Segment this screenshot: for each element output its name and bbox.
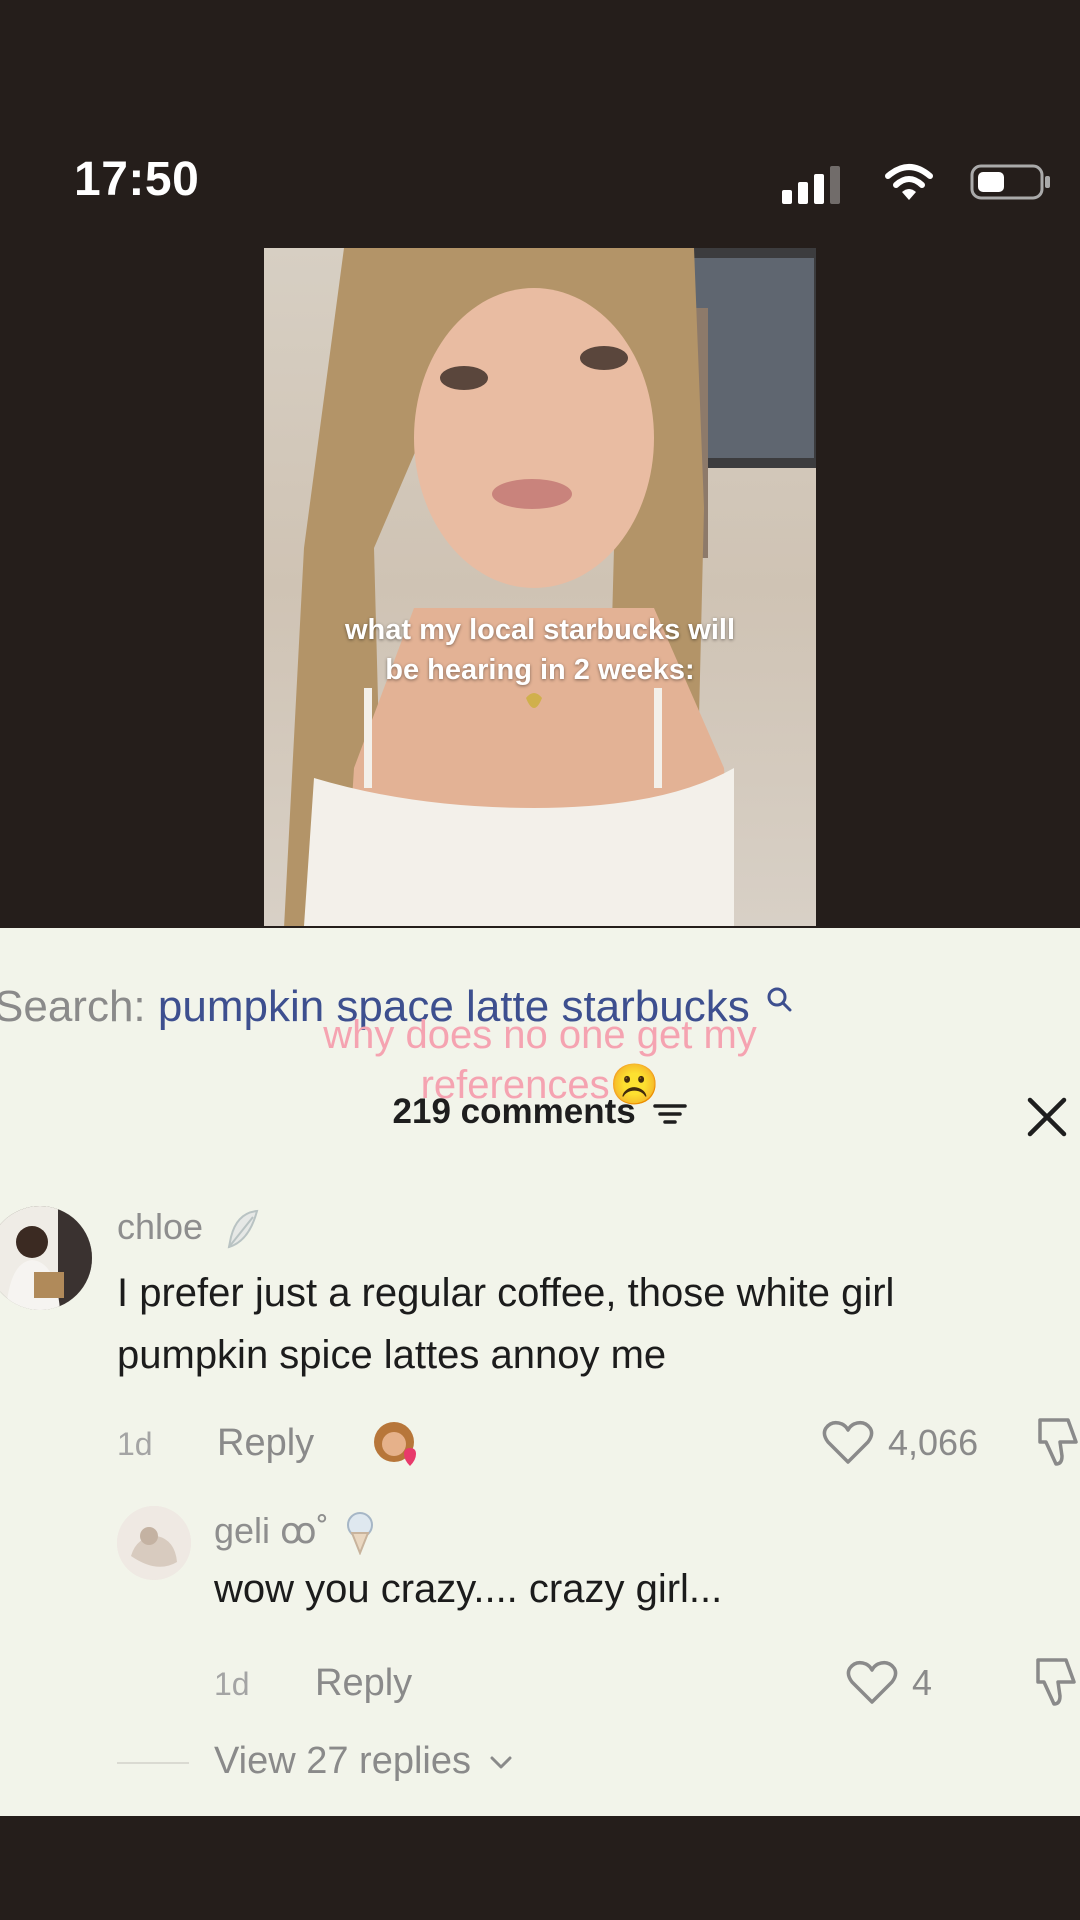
reply-text: wow you crazy.... crazy girl... (214, 1567, 723, 1611)
reply-button[interactable]: Reply (217, 1422, 314, 1465)
close-icon[interactable] (1026, 1096, 1068, 1138)
creator-liked-badge (374, 1422, 416, 1466)
comment-text-line-1: I prefer just a regular coffee, those wh… (117, 1271, 895, 1315)
reply-dislike-icon[interactable] (1030, 1656, 1078, 1708)
search-icon[interactable] (766, 986, 792, 1012)
status-icons (752, 162, 1052, 204)
view-replies-label: View 27 replies (214, 1740, 472, 1782)
overlay-text-line-1: why does no one get my (323, 1013, 757, 1057)
comment-username[interactable]: chloe (117, 1206, 263, 1251)
avatar[interactable] (0, 1206, 92, 1310)
comments-count-header: 219 comments (0, 1092, 1080, 1132)
video-player[interactable]: what my local starbucks will be hearing … (264, 248, 816, 926)
reply-reply-button[interactable]: Reply (315, 1662, 412, 1705)
ice-cream-icon (346, 1512, 373, 1557)
dislike-icon[interactable] (1032, 1416, 1080, 1468)
replies-divider (117, 1762, 189, 1764)
heart-icon[interactable] (822, 1418, 874, 1466)
video-frame (284, 248, 816, 926)
signal-icon (782, 162, 842, 204)
comments-panel: Search: pumpkin space latte starbucks wh… (0, 928, 1080, 1816)
battery-icon (970, 164, 1050, 200)
video-caption: what my local starbucks will be hearing … (264, 610, 816, 690)
reply-time: 1d (214, 1666, 250, 1702)
video-caption-line-1: what my local starbucks will (344, 614, 736, 646)
feather-icon (227, 1210, 259, 1249)
comment-text-line-2: pumpkin spice lattes annoy me (117, 1333, 667, 1377)
search-label: Search: (0, 982, 146, 1031)
reply-avatar-image (117, 1506, 191, 1580)
avatar-image (0, 1206, 92, 1310)
reply-username-text: geli ꝏ˚ (214, 1510, 339, 1551)
comments-title: 219 comments (392, 1092, 636, 1131)
wifi-icon (885, 164, 933, 200)
reply-avatar[interactable] (117, 1506, 191, 1580)
reply-like-count: 4 (912, 1662, 933, 1703)
comment-text: I prefer just a regular coffee, those wh… (117, 1262, 1077, 1386)
like-count: 4,066 (888, 1422, 979, 1463)
chevron-down-icon (490, 1756, 512, 1769)
reply-username[interactable]: geli ꝏ˚ (214, 1510, 377, 1557)
status-time: 17:50 (74, 153, 200, 206)
comment-time: 1d (117, 1426, 153, 1462)
filter-icon[interactable] (653, 1100, 688, 1128)
reply-heart-icon[interactable] (846, 1658, 898, 1706)
video-caption-line-2: be hearing in 2 weeks: (385, 654, 695, 686)
view-replies-button[interactable]: View 27 replies (214, 1740, 514, 1783)
comment-username-text: chloe (117, 1206, 204, 1247)
